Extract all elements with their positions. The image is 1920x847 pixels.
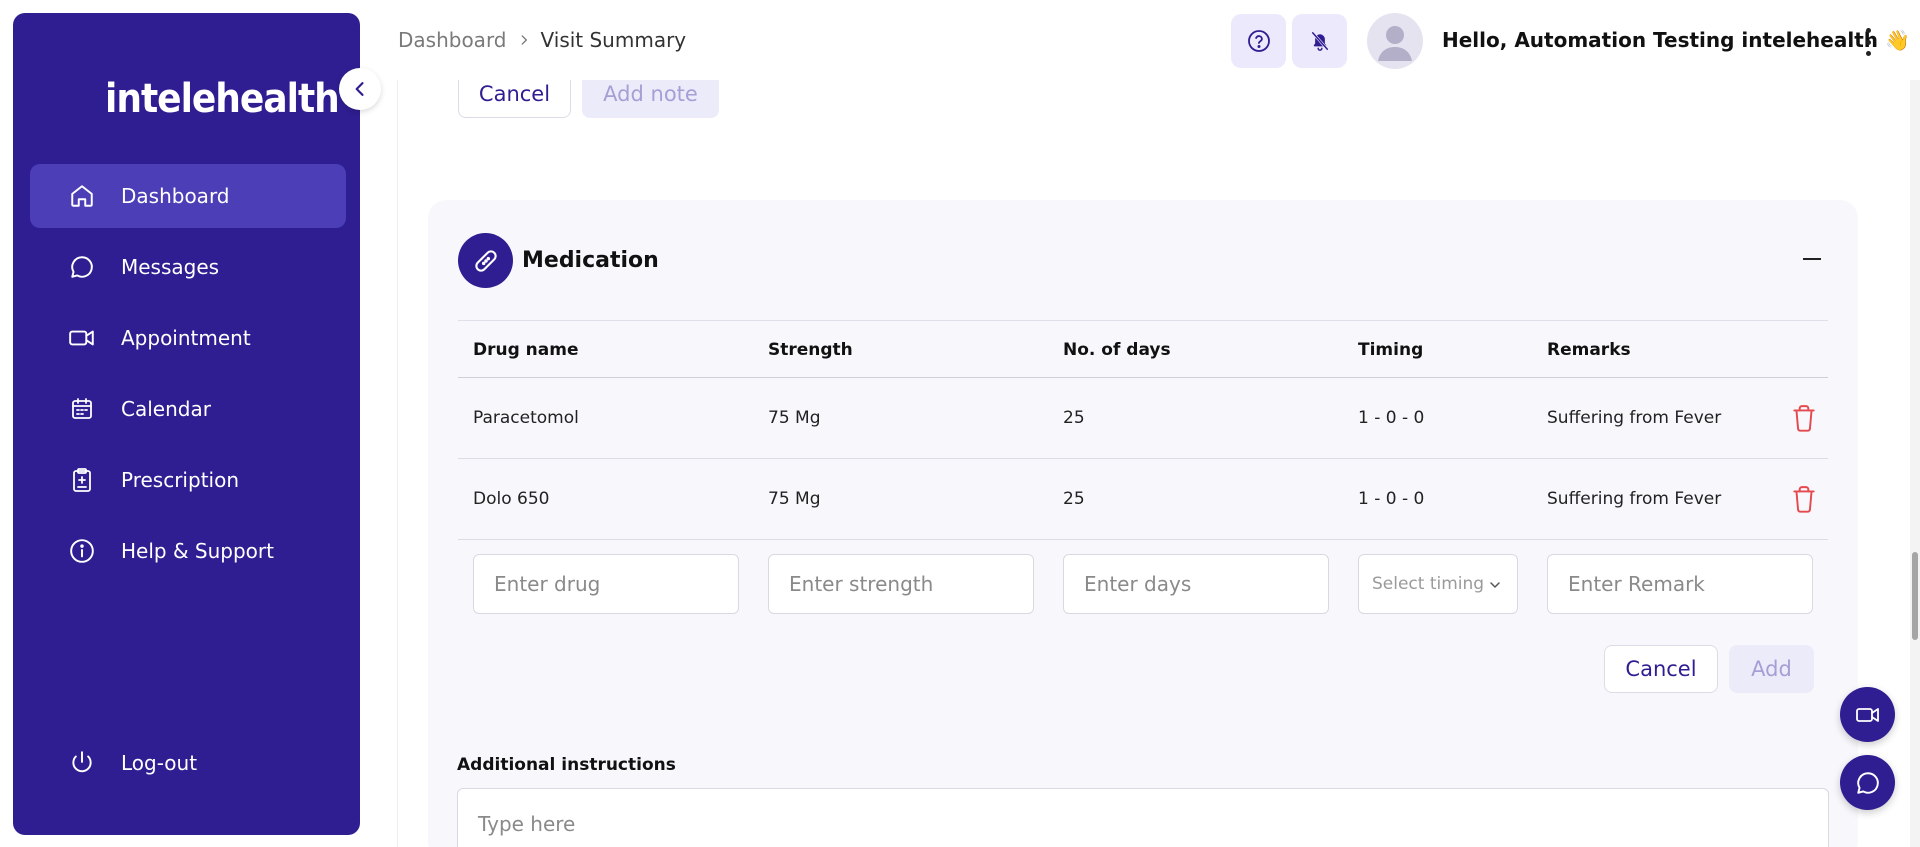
bell-off-icon xyxy=(1310,31,1329,51)
drug-cell: Dolo 650 xyxy=(473,489,550,509)
scrollbar-thumb[interactable] xyxy=(1912,552,1918,640)
medication-cancel-button[interactable]: Cancel xyxy=(1604,645,1718,693)
sidebar-item-calendar[interactable]: Calendar xyxy=(30,377,346,441)
column-header: Strength xyxy=(768,340,853,360)
pill-icon xyxy=(458,233,513,288)
sidebar-item-help[interactable]: Help & Support xyxy=(30,519,346,583)
table-header: Drug name Strength No. of days Timing Re… xyxy=(458,320,1828,378)
strength-cell: 75 Mg xyxy=(768,489,821,509)
sidebar-item-dashboard[interactable]: Dashboard xyxy=(30,164,346,228)
sidebar-item-label: Calendar xyxy=(121,397,211,421)
days-input[interactable]: Enter days xyxy=(1063,554,1329,614)
sidebar-item-appointment[interactable]: Appointment xyxy=(30,306,346,370)
clipboard-icon xyxy=(68,466,96,494)
remark-input[interactable]: Enter Remark xyxy=(1547,554,1813,614)
sidebar: intelehealth Dashboard Messages Appointm… xyxy=(13,13,360,835)
info-icon xyxy=(68,537,96,565)
chat-icon xyxy=(68,253,96,281)
medication-title: Medication xyxy=(522,248,659,273)
medication-table: Drug name Strength No. of days Timing Re… xyxy=(458,320,1828,540)
sidebar-item-label: Prescription xyxy=(121,468,239,492)
timing-select[interactable]: Select timing xyxy=(1358,554,1518,614)
video-call-button[interactable] xyxy=(1840,687,1895,742)
timing-cell: 1 - 0 - 0 xyxy=(1358,489,1425,509)
sidebar-item-prescription[interactable]: Prescription xyxy=(30,448,346,512)
breadcrumb: Dashboard Visit Summary xyxy=(398,28,686,52)
calendar-icon xyxy=(68,395,96,423)
days-cell: 25 xyxy=(1063,408,1085,428)
sidebar-item-label: Appointment xyxy=(121,326,251,350)
strength-input[interactable]: Enter strength xyxy=(768,554,1034,614)
logout-label: Log-out xyxy=(121,751,198,775)
logo-text: intelehealth xyxy=(105,76,340,122)
remarks-cell: Suffering from Fever xyxy=(1547,489,1722,509)
logo: intelehealth xyxy=(105,76,340,122)
timing-select-label: Select timing xyxy=(1372,574,1485,594)
remarks-cell: Suffering from Fever xyxy=(1547,408,1722,428)
breadcrumb-dashboard[interactable]: Dashboard xyxy=(398,28,507,52)
sidebar-item-label: Messages xyxy=(121,255,220,279)
strength-cell: 75 Mg xyxy=(768,408,821,428)
user-greeting: Hello, Automation Testing intelehealth 👋 xyxy=(1442,28,1910,52)
additional-instructions-input[interactable]: Type here xyxy=(457,788,1829,847)
sidebar-item-label: Dashboard xyxy=(121,184,230,208)
collapse-sidebar-button[interactable] xyxy=(339,68,381,110)
page-scrollbar[interactable] xyxy=(1910,0,1920,847)
trash-icon[interactable] xyxy=(1791,485,1817,513)
chevron-right-icon xyxy=(521,35,527,45)
chevron-down-icon xyxy=(1490,582,1500,588)
chat-icon xyxy=(1856,771,1879,794)
home-icon xyxy=(68,182,96,210)
sidebar-item-label: Help & Support xyxy=(121,539,274,563)
medication-add-button[interactable]: Add xyxy=(1729,645,1814,693)
greeting-text: Hello, Automation Testing intelehealth xyxy=(1442,28,1879,52)
help-button[interactable] xyxy=(1231,14,1286,68)
video-icon xyxy=(1855,707,1879,722)
chat-button[interactable] xyxy=(1840,755,1895,810)
breadcrumb-visit-summary: Visit Summary xyxy=(540,28,687,52)
drug-input[interactable]: Enter drug xyxy=(473,554,739,614)
collapse-section-icon[interactable] xyxy=(1803,258,1821,260)
medication-panel: Medication Drug name Strength No. of day… xyxy=(428,200,1858,847)
column-header: Timing xyxy=(1358,340,1424,360)
power-icon xyxy=(68,749,96,777)
avatar[interactable] xyxy=(1367,13,1423,69)
trash-icon[interactable] xyxy=(1791,404,1817,432)
waving-hand-icon: 👋 xyxy=(1884,28,1910,52)
logout-section: Log-out xyxy=(30,731,346,802)
more-options-button[interactable] xyxy=(1858,28,1878,56)
additional-instructions-label: Additional instructions xyxy=(457,755,676,775)
column-header: No. of days xyxy=(1063,340,1171,360)
table-row: Dolo 650 75 Mg 25 1 - 0 - 0 Suffering fr… xyxy=(458,459,1828,540)
help-circle-icon xyxy=(1247,30,1270,52)
top-header: Dashboard Visit Summary Hello, Automatio… xyxy=(396,0,1920,80)
column-header: Drug name xyxy=(473,340,579,360)
chevron-left-icon xyxy=(355,82,364,96)
sidebar-nav: Dashboard Messages Appointment Calendar … xyxy=(30,164,346,590)
sidebar-item-messages[interactable]: Messages xyxy=(30,235,346,299)
days-cell: 25 xyxy=(1063,489,1085,509)
timing-cell: 1 - 0 - 0 xyxy=(1358,408,1425,428)
logout-button[interactable]: Log-out xyxy=(30,731,346,795)
notifications-button[interactable] xyxy=(1292,14,1347,68)
drug-cell: Paracetomol xyxy=(473,408,579,428)
column-header: Remarks xyxy=(1547,340,1631,360)
table-row: Paracetomol 75 Mg 25 1 - 0 - 0 Suffering… xyxy=(458,378,1828,459)
video-icon xyxy=(68,324,96,352)
